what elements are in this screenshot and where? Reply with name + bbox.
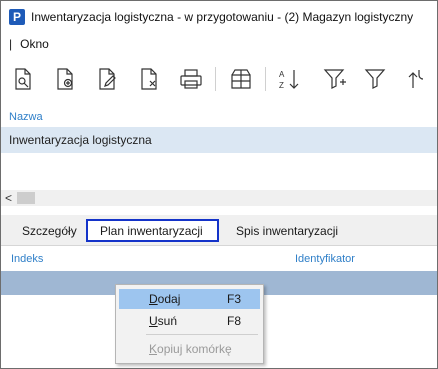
- tab-spis-inwentaryzacji[interactable]: Spis inwentaryzacji: [236, 220, 338, 242]
- toolbar-separator: [215, 67, 216, 91]
- menu-separator: |: [9, 37, 13, 51]
- package-icon[interactable]: [227, 65, 255, 93]
- filter-add-icon[interactable]: [321, 65, 349, 93]
- app-logo-icon: P: [9, 9, 25, 25]
- print-icon[interactable]: [177, 65, 205, 93]
- filter-icon[interactable]: [361, 65, 389, 93]
- column-header-identyfikator[interactable]: Identyfikator: [295, 253, 355, 265]
- new-document-icon[interactable]: [51, 65, 79, 93]
- toolbar-separator: [265, 67, 266, 91]
- menu-separator-line: [146, 334, 258, 335]
- tab-szczegoly[interactable]: Szczegóły: [22, 220, 77, 242]
- column-header-indeks[interactable]: Indeks: [11, 253, 43, 265]
- menu-bar: | Okno: [1, 34, 437, 54]
- menu-item-label: Kopiuj komórkę: [149, 342, 232, 356]
- menu-item-shortcut: F8: [227, 314, 242, 328]
- menu-item-dodaj[interactable]: Dodaj F3: [119, 289, 260, 309]
- menu-item-label: Dodaj: [149, 292, 181, 306]
- window-title: Inwentaryzacja logistyczna - w przygotow…: [31, 10, 414, 24]
- sort-az-icon[interactable]: AZ: [275, 65, 303, 93]
- tab-plan-inwentaryzacji[interactable]: Plan inwentaryzacji: [86, 219, 219, 242]
- main-window: P Inwentaryzacja logistyczna - w przygot…: [0, 0, 438, 369]
- svg-text:Z: Z: [279, 81, 284, 90]
- preview-document-icon[interactable]: [9, 65, 37, 93]
- menu-okno[interactable]: Okno: [20, 37, 49, 51]
- edit-document-icon[interactable]: [93, 65, 121, 93]
- tab-strip: Szczegóły Plan inwentaryzacji Spis inwen…: [1, 215, 437, 246]
- menu-item-label: Usuń: [149, 314, 178, 328]
- title-bar: P Inwentaryzacja logistyczna - w przygot…: [1, 1, 437, 33]
- scrollbar-thumb[interactable]: [17, 192, 35, 204]
- scroll-left-icon[interactable]: <: [5, 190, 12, 206]
- toolbar: AZ: [1, 57, 437, 101]
- name-row[interactable]: Inwentaryzacja logistyczna: [1, 127, 437, 153]
- menu-item-usun[interactable]: Usuń F8: [119, 311, 260, 331]
- delete-document-icon[interactable]: [135, 65, 163, 93]
- name-value: Inwentaryzacja logistyczna: [9, 133, 152, 147]
- menu-item-kopiuj-komorke: Kopiuj komórkę: [119, 339, 260, 359]
- menu-item-shortcut: F3: [227, 292, 242, 306]
- context-menu: Dodaj F3 Usuń F8 Kopiuj komórkę: [115, 284, 264, 364]
- name-field-label: Nazwa: [9, 111, 43, 123]
- refresh-arrows-icon[interactable]: [403, 65, 431, 93]
- horizontal-scrollbar[interactable]: <: [1, 190, 437, 206]
- svg-text:A: A: [279, 70, 285, 79]
